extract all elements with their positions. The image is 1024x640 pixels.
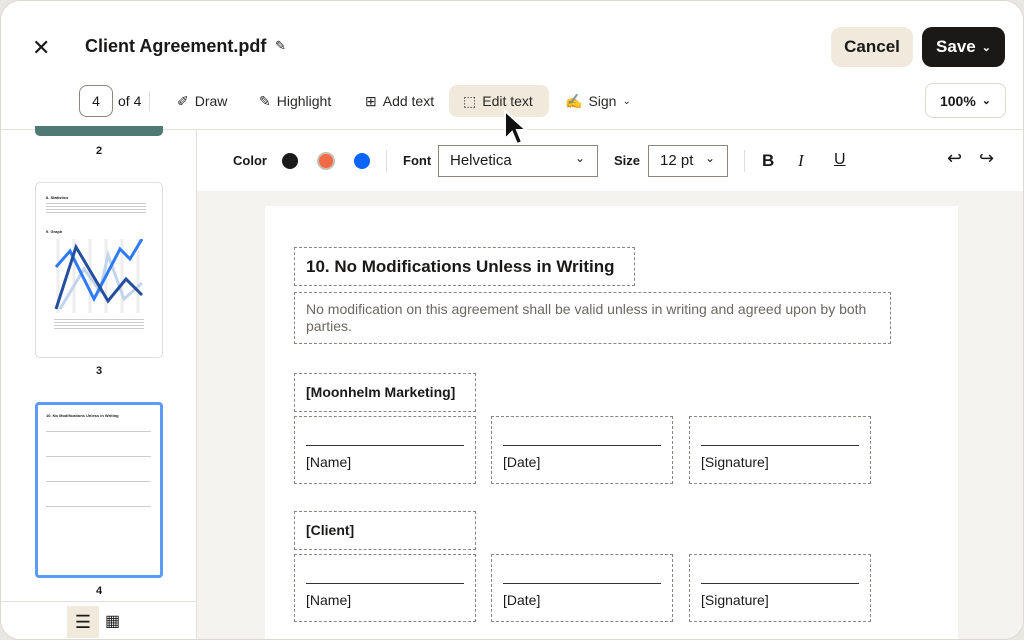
editable-heading[interactable]: 10. No Modifications Unless in Writing xyxy=(294,247,635,286)
thumb-heading: 9. Graph xyxy=(46,229,63,234)
date-field[interactable]: [Date] xyxy=(491,416,673,484)
close-icon[interactable]: ✕ xyxy=(32,35,50,61)
save-label: Save xyxy=(936,37,976,56)
page-label: 4 xyxy=(95,585,103,597)
size-value: 12 pt xyxy=(660,152,694,169)
font-value: Helvetica xyxy=(450,152,512,169)
divider xyxy=(1,601,197,602)
thumb-text xyxy=(46,203,146,215)
highlight-label: Highlight xyxy=(276,93,332,109)
field-label: [Signature] xyxy=(701,454,769,470)
add-text-icon: ⊞ xyxy=(365,92,377,109)
italic-button[interactable]: I xyxy=(798,151,804,171)
page-thumbnails-sidebar[interactable]: 2 8. Statistics 9. Graph 3 10. No Modifi… xyxy=(1,126,197,639)
edit-text-icon: ⬚ xyxy=(463,92,477,109)
add-text-tool[interactable]: ⊞ Add text xyxy=(351,85,448,117)
undo-icon[interactable]: ↩ xyxy=(947,148,962,169)
page-number-input[interactable]: 4 xyxy=(79,85,113,117)
page-thumbnail-2[interactable] xyxy=(35,126,163,136)
field-label: [Date] xyxy=(503,454,541,470)
size-select[interactable]: 12 pt ⌄ xyxy=(648,145,728,177)
divider xyxy=(149,91,150,111)
field-label: [Signature] xyxy=(701,592,769,608)
font-label: Font xyxy=(403,153,432,168)
sign-icon: ✍ xyxy=(565,92,583,109)
list-view-icon[interactable]: ☰ xyxy=(67,606,99,638)
thumb-text xyxy=(46,421,151,521)
document-title: Client Agreement.pdf xyxy=(85,36,267,56)
name-field[interactable]: [Name] xyxy=(294,416,476,484)
name-field[interactable]: [Name] xyxy=(294,554,476,622)
signature-field[interactable]: [Signature] xyxy=(689,554,871,622)
thumb-heading: 8. Statistics xyxy=(46,195,69,200)
page-thumbnail-3[interactable]: 8. Statistics 9. Graph xyxy=(35,182,163,358)
draw-icon: ✐ xyxy=(177,92,189,109)
page-count: of 4 xyxy=(118,93,142,109)
page-label: 3 xyxy=(95,365,103,377)
document-page: 10. No Modifications Unless in Writing N… xyxy=(265,206,958,639)
thumb-graph xyxy=(54,239,144,313)
field-label: [Name] xyxy=(306,592,352,608)
chevron-down-icon: ⌄ xyxy=(981,41,991,54)
save-button[interactable]: Save ⌄ xyxy=(922,27,1005,67)
chevron-down-icon: ⌄ xyxy=(981,95,992,107)
signature-field[interactable]: [Signature] xyxy=(689,416,871,484)
edit-text-tool[interactable]: ⬚ Edit text xyxy=(449,85,549,117)
highlight-tool[interactable]: ✎ Highlight xyxy=(245,85,345,117)
field-label: [Name] xyxy=(306,454,352,470)
sign-tool[interactable]: ✍ Sign ⌄ xyxy=(551,85,645,117)
chevron-down-icon: ⌄ xyxy=(704,151,715,165)
chevron-down-icon: ⌄ xyxy=(574,151,585,165)
zoom-value: 100% xyxy=(939,92,976,109)
page-label: 2 xyxy=(95,145,103,157)
grid-view-icon[interactable]: ▦ xyxy=(105,606,125,638)
draw-tool[interactable]: ✐ Draw xyxy=(163,85,241,117)
field-label: [Date] xyxy=(503,592,541,608)
editor-window: ✕ Client Agreement.pdf ✎ Cancel Save ⌄ 4 … xyxy=(0,0,1024,640)
thumb-heading: 10. No Modifications Unless in Writing xyxy=(46,413,119,418)
edit-text-label: Edit text xyxy=(482,93,533,109)
text-format-bar: Color Font Helvetica ⌄ Size 12 pt ⌄ B I U … xyxy=(197,129,1023,191)
zoom-select[interactable]: 100% ⌄ xyxy=(925,83,1006,118)
sign-label: Sign xyxy=(588,93,617,109)
party-label[interactable]: [Client] xyxy=(294,511,476,550)
font-select[interactable]: Helvetica ⌄ xyxy=(438,145,598,177)
chevron-down-icon: ⌄ xyxy=(622,95,631,107)
bold-button[interactable]: B xyxy=(762,151,774,171)
page-thumbnail-4-selected[interactable]: 10. No Modifications Unless in Writing xyxy=(35,402,163,578)
underline-button[interactable]: U xyxy=(834,151,846,169)
color-swatch-blue[interactable] xyxy=(354,153,370,169)
draw-label: Draw xyxy=(194,93,228,109)
date-field[interactable]: [Date] xyxy=(491,554,673,622)
thumb-text xyxy=(54,319,144,329)
add-text-label: Add text xyxy=(382,93,435,109)
party-label[interactable]: [Moonhelm Marketing] xyxy=(294,373,476,412)
highlighter-icon: ✎ xyxy=(259,92,271,109)
color-label: Color xyxy=(233,153,267,168)
rename-pencil-icon[interactable]: ✎ xyxy=(275,38,286,54)
divider xyxy=(744,150,745,172)
redo-icon[interactable]: ↪ xyxy=(979,148,994,169)
color-swatch-black[interactable] xyxy=(282,153,298,169)
editable-paragraph[interactable]: No modification on this agreement shall … xyxy=(294,292,891,344)
size-label: Size xyxy=(614,153,641,168)
mouse-cursor-icon xyxy=(504,109,529,146)
color-swatch-orange-selected[interactable] xyxy=(317,152,335,170)
divider xyxy=(386,150,387,172)
cancel-button[interactable]: Cancel xyxy=(831,27,913,67)
